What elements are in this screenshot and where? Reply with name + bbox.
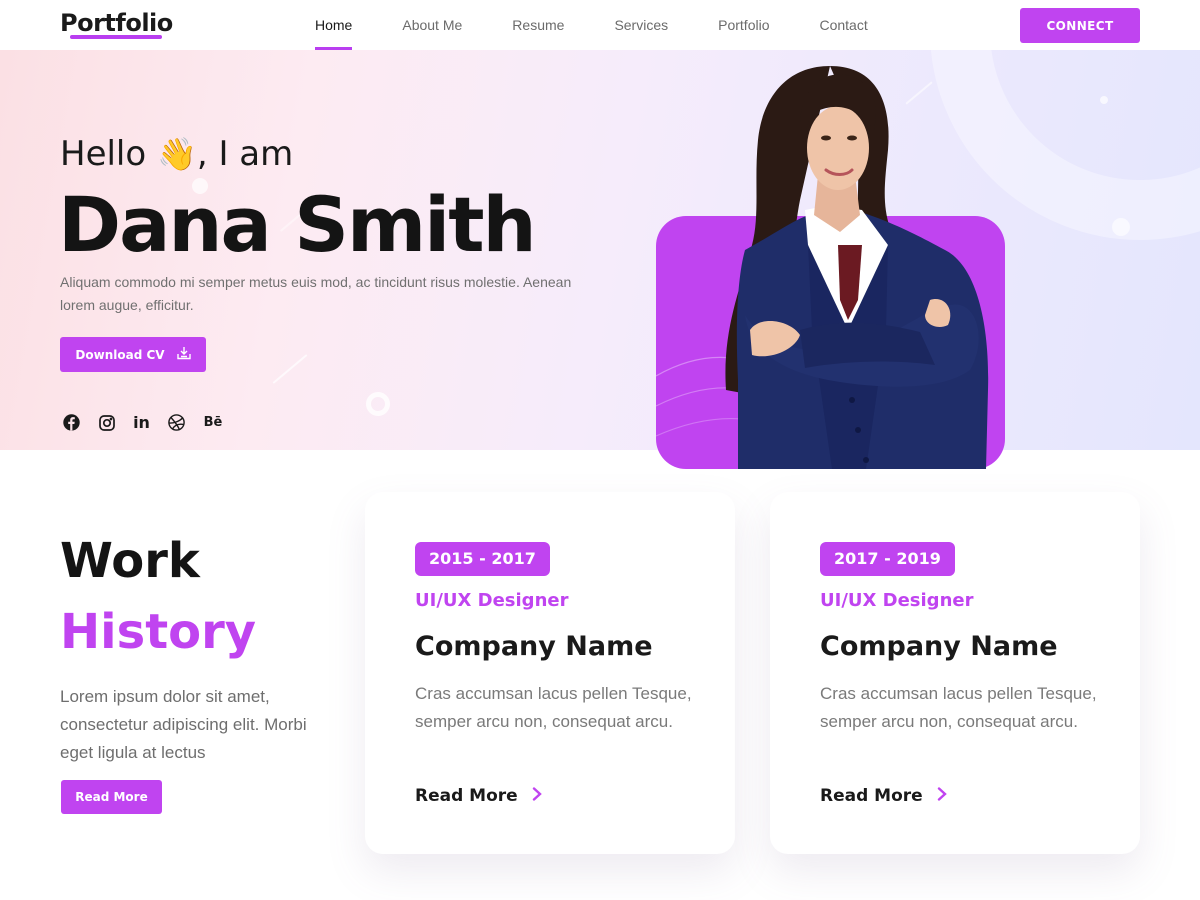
decor-line bbox=[272, 354, 308, 384]
work-history-description: Lorem ipsum dolor sit amet, consectetur … bbox=[60, 687, 307, 762]
hero-greeting: Hello 👋, I am bbox=[60, 134, 293, 174]
read-more-label: Read More bbox=[415, 786, 518, 806]
download-cv-label: Download CV bbox=[75, 347, 165, 362]
decor-line bbox=[905, 81, 933, 105]
job-company: Company Name bbox=[415, 631, 653, 662]
facebook-icon[interactable] bbox=[63, 414, 80, 431]
download-tray-icon bbox=[176, 346, 191, 363]
work-history-title: Work bbox=[60, 533, 200, 589]
job-period-badge: 2017 - 2019 bbox=[820, 542, 955, 576]
job-company: Company Name bbox=[820, 631, 1058, 662]
greeting-prefix: Hello bbox=[60, 134, 147, 174]
job-role: UI/UX Designer bbox=[820, 590, 974, 611]
dribbble-icon[interactable] bbox=[168, 414, 185, 431]
hero-description: Aliquam commodo mi semper metus euis mod… bbox=[60, 274, 572, 313]
decor-circle bbox=[930, 50, 1200, 240]
job-description: Cras accumsan lacus pellen Tesque, sempe… bbox=[820, 684, 1097, 731]
social-links: in Bē bbox=[63, 413, 223, 432]
read-more-label: Read More bbox=[820, 786, 923, 806]
portrait-backdrop bbox=[656, 216, 1005, 469]
chevron-right-icon bbox=[937, 786, 947, 806]
nav-link-resume[interactable]: Resume bbox=[512, 0, 564, 50]
job-card: 2015 - 2017 UI/UX Designer Company Name … bbox=[365, 492, 735, 854]
nav-link-contact[interactable]: Contact bbox=[819, 0, 867, 50]
decor-circle bbox=[1100, 96, 1108, 104]
job-description: Cras accumsan lacus pellen Tesque, sempe… bbox=[415, 684, 692, 731]
hero-section: Hello 👋, I am Dana Smith Aliquam commodo… bbox=[0, 50, 1200, 450]
decor-circle bbox=[1112, 218, 1130, 236]
download-cv-button[interactable]: Download CV bbox=[60, 337, 206, 372]
nav-link-portfolio[interactable]: Portfolio bbox=[718, 0, 769, 50]
job-card: 2017 - 2019 UI/UX Designer Company Name … bbox=[770, 492, 1140, 854]
decor-circle bbox=[366, 392, 390, 416]
behance-icon[interactable]: Bē bbox=[203, 414, 223, 431]
chevron-right-icon bbox=[532, 786, 542, 806]
linkedin-icon[interactable]: in bbox=[133, 413, 150, 432]
job-read-more-link[interactable]: Read More bbox=[415, 786, 542, 806]
job-read-more-link[interactable]: Read More bbox=[820, 786, 947, 806]
nav-link-home[interactable]: Home bbox=[315, 0, 353, 50]
instagram-icon[interactable] bbox=[98, 414, 115, 431]
logo[interactable]: Portfolio bbox=[60, 9, 173, 37]
waving-hand-icon: 👋 bbox=[157, 135, 197, 173]
work-history-read-more-button[interactable]: Read More bbox=[61, 780, 162, 814]
top-navigation: Portfolio Home About Me Resume Services … bbox=[0, 0, 1200, 50]
nav-link-services[interactable]: Services bbox=[614, 0, 668, 50]
hero-name: Dana Smith bbox=[58, 180, 537, 269]
greeting-suffix: , I am bbox=[196, 134, 294, 174]
logo-underline bbox=[70, 35, 162, 39]
work-history-title-accent: History bbox=[60, 604, 257, 660]
job-period-badge: 2015 - 2017 bbox=[415, 542, 550, 576]
connect-button[interactable]: CONNECT bbox=[1020, 8, 1140, 43]
job-role: UI/UX Designer bbox=[415, 590, 569, 611]
nav-link-about[interactable]: About Me bbox=[402, 0, 462, 50]
nav-links: Home About Me Resume Services Portfolio … bbox=[315, 0, 918, 50]
